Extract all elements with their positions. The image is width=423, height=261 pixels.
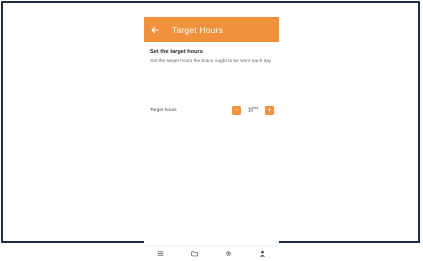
section-description: Set the target hours the brace ought to … <box>150 59 272 64</box>
person-icon <box>259 250 265 257</box>
target-hours-row: Target hours - 10hrs + <box>150 104 274 116</box>
gear-icon <box>225 251 231 256</box>
app-bar: Target Hours <box>144 17 279 42</box>
target-hours-stepper: - 10hrs + <box>232 105 274 115</box>
target-hours-label: Target hours <box>150 107 177 113</box>
increment-button[interactable]: + <box>265 105 274 115</box>
target-hours-value: 10hrs <box>241 106 265 114</box>
phone-screen: Target Hours Set the target hours Set th… <box>144 17 279 261</box>
arrow-left-icon <box>151 26 159 33</box>
nav-item-settings[interactable] <box>221 248 235 260</box>
nav-item-folder[interactable] <box>188 248 202 260</box>
page-title: Target Hours <box>172 24 224 35</box>
folder-icon <box>191 251 198 257</box>
decrement-button[interactable]: - <box>232 105 241 115</box>
section-title: Set the target hours <box>150 49 203 55</box>
target-hours-section: Set the target hours Set the target hour… <box>150 49 276 65</box>
list-icon <box>158 251 164 256</box>
bottom-nav <box>144 245 279 261</box>
nav-item-profile[interactable] <box>255 248 269 260</box>
hours-unit: hrs <box>253 106 259 111</box>
back-button[interactable] <box>144 17 166 42</box>
nav-item-list[interactable] <box>154 248 168 260</box>
